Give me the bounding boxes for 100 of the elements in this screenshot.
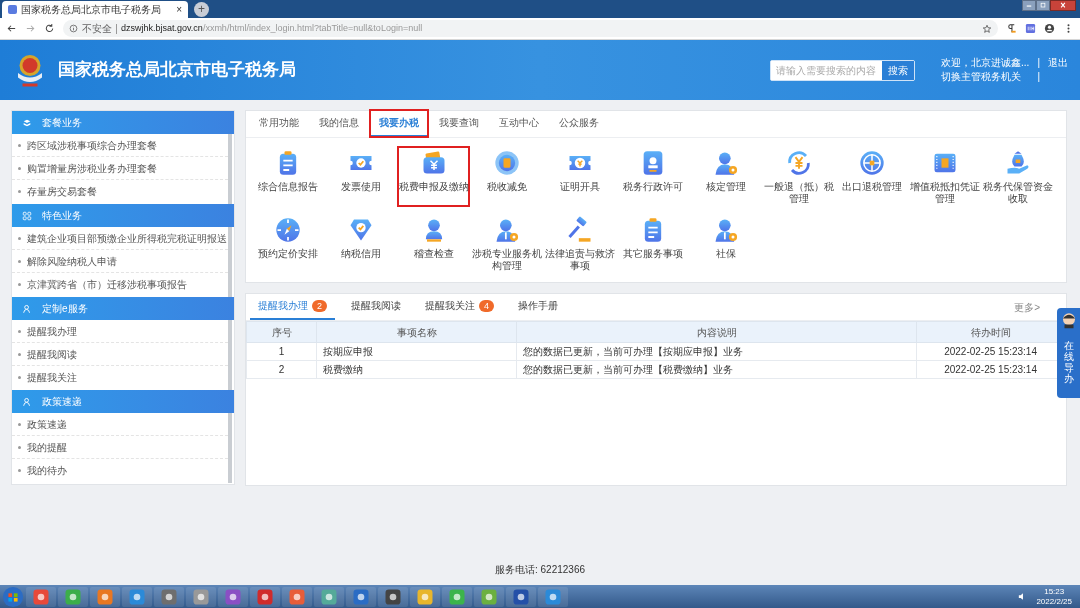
forward-icon[interactable] xyxy=(25,23,36,34)
function-item[interactable]: 涉税专业服务机构管理 xyxy=(470,213,543,274)
function-item[interactable]: 预约定价安排 xyxy=(251,213,324,274)
address-bar[interactable]: 不安全 dzswjhk.bjsat.gov.cn/xxmh/html/index_login.html?tabTitle=null&toLogin=null xyxy=(63,20,998,37)
function-tab[interactable]: 常用功能 xyxy=(250,110,308,137)
reminder-tab[interactable]: 操作手册 xyxy=(510,293,567,320)
security-label: 不安全 xyxy=(82,22,112,36)
function-item[interactable]: 社保 xyxy=(689,213,762,274)
sidebar-item[interactable]: 我的待办 xyxy=(12,459,228,482)
bullet-icon xyxy=(18,283,21,286)
extension-icon[interactable] xyxy=(1025,23,1036,34)
info-icon[interactable] xyxy=(69,24,78,33)
taskbar-app-icon[interactable] xyxy=(58,586,88,607)
sidebar-item[interactable]: 京津冀跨省（市）迁移涉税事项报告 xyxy=(12,273,228,296)
function-tab[interactable]: 我要办税 xyxy=(370,110,428,137)
function-item[interactable]: 综合信息报告 xyxy=(251,146,324,207)
sidebar-item[interactable]: 建筑企业项目部预缴企业所得税完税证明报送 xyxy=(12,227,228,250)
sidebar-item[interactable]: 政策速递 xyxy=(12,413,228,436)
taskbar-app-icon[interactable] xyxy=(154,586,184,607)
function-item[interactable]: 一般退（抵）税管理 xyxy=(762,146,835,207)
extension-icon[interactable] xyxy=(1006,23,1017,34)
bullet-icon xyxy=(18,469,21,472)
coin-icon xyxy=(492,149,521,177)
bullet-icon xyxy=(18,259,21,263)
reminder-tab[interactable]: 提醒我关注 4 xyxy=(417,293,503,320)
search-field[interactable]: 请输入需要搜索的内容 搜索 xyxy=(770,59,916,81)
function-item[interactable]: 税务代保管资金收取 xyxy=(981,146,1054,207)
layers-icon xyxy=(22,117,32,128)
taskbar-app-icon[interactable] xyxy=(378,586,408,607)
bookmark-star-icon[interactable] xyxy=(982,23,992,34)
function-tab[interactable]: 我要查询 xyxy=(430,110,488,137)
reminder-tab[interactable]: 提醒我办理 2 xyxy=(250,293,335,320)
table-cell: 1 xyxy=(246,342,317,361)
table-cell: 按期应申报 xyxy=(316,342,517,361)
section-title: 套餐业务 xyxy=(42,116,82,130)
taskbar-app-icon[interactable] xyxy=(250,586,280,607)
close-tab-button[interactable]: × xyxy=(176,4,182,15)
taskbar-app-icon[interactable] xyxy=(346,586,376,607)
bullet-icon xyxy=(18,422,21,426)
function-item[interactable]: 增值税抵扣凭证管理 xyxy=(908,146,981,207)
taskbar-app-icon[interactable] xyxy=(26,586,56,607)
function-tab[interactable]: 我的信息 xyxy=(310,110,368,137)
taskbar-app-icon[interactable] xyxy=(442,586,472,607)
separator-text: | xyxy=(1037,70,1040,84)
sidebar-item[interactable]: 提醒我关注 xyxy=(12,366,228,389)
function-item[interactable]: 纳税信用 xyxy=(324,213,397,274)
online-guide-label: 在线导办 xyxy=(1063,340,1074,384)
reload-icon[interactable] xyxy=(44,23,55,34)
function-item[interactable]: 税收减免 xyxy=(470,146,543,207)
sidebar-item[interactable]: 解除风险纳税人申请 xyxy=(12,250,228,273)
url-text: dzswjhk.bjsat.gov.cn/xxmh/html/index_login.html?tabTitle=null&toLogin=null xyxy=(121,21,423,35)
sidebar-item[interactable]: 提醒我办理 xyxy=(12,320,228,343)
back-icon[interactable] xyxy=(6,23,17,34)
function-item[interactable]: 发票使用 xyxy=(324,146,397,207)
browser-tab[interactable]: 国家税务总局北京市电子税务局 × xyxy=(2,1,188,18)
reminder-tab[interactable]: 提醒我阅读 xyxy=(343,293,409,320)
function-item[interactable]: 核定管理 xyxy=(689,146,762,207)
taskbar-app-icon[interactable] xyxy=(474,586,504,607)
start-button-icon[interactable] xyxy=(2,585,24,608)
sidebar-item[interactable]: 购置增量房涉税业务办理套餐 xyxy=(12,157,228,180)
table-cell: 您的数据已更新，当前可办理【按期应申报】业务 xyxy=(516,342,917,361)
profile-icon[interactable] xyxy=(1044,23,1055,34)
sidebar-item[interactable]: 跨区域涉税事项综合办理套餐 xyxy=(12,134,228,157)
function-item[interactable]: 法律追责与救济事项 xyxy=(543,213,616,274)
bullet-icon xyxy=(18,352,21,356)
search-button[interactable]: 搜索 xyxy=(882,60,915,80)
restore-icon[interactable] xyxy=(1036,0,1050,11)
bullet-icon xyxy=(18,143,21,147)
more-link[interactable]: 更多> xyxy=(1014,299,1040,315)
taskbar-app-icon[interactable] xyxy=(314,586,344,607)
switch-office-link[interactable]: 切换主管税务机关 xyxy=(941,70,1030,84)
sidebar-item[interactable]: 提醒我阅读 xyxy=(12,343,228,366)
taskbar-app-icon[interactable] xyxy=(186,586,216,607)
taskbar-app-icon[interactable] xyxy=(538,586,568,607)
function-item[interactable]: 稽查检查 xyxy=(397,213,470,274)
logout-link[interactable]: 退出 xyxy=(1048,56,1068,70)
function-item[interactable]: 证明开具 xyxy=(543,146,616,207)
taskbar-app-icon[interactable] xyxy=(282,586,312,607)
taskbar-app-icon[interactable] xyxy=(410,586,440,607)
bullet-icon xyxy=(18,166,21,170)
close-icon[interactable] xyxy=(1050,0,1076,11)
compass-icon xyxy=(273,216,302,244)
new-tab-button[interactable]: + xyxy=(194,2,209,17)
function-tab[interactable]: 公众服务 xyxy=(550,110,608,137)
sidebar-item[interactable]: 我的提醒 xyxy=(12,436,228,459)
taskbar-app-icon[interactable] xyxy=(218,586,248,607)
function-tab[interactable]: 互动中心 xyxy=(490,110,548,137)
taskbar-app-icon[interactable] xyxy=(90,586,120,607)
taskbar-app-icon[interactable] xyxy=(122,586,152,607)
online-guide-button[interactable]: 在线导办 xyxy=(1057,308,1080,398)
function-item[interactable]: 其它服务事项 xyxy=(616,213,689,274)
taskbar-app-icon[interactable] xyxy=(506,586,536,607)
user-icon xyxy=(22,396,32,407)
function-item[interactable]: 税务行政许可 xyxy=(616,146,689,207)
clock-date: 2022/2/25 xyxy=(1036,596,1072,607)
minimize-icon[interactable] xyxy=(1022,0,1036,11)
count-badge: 2 xyxy=(312,299,327,312)
function-item[interactable]: 出口退税管理 xyxy=(835,146,908,207)
sidebar-item[interactable]: 存量房交易套餐 xyxy=(12,180,228,203)
user-icon xyxy=(22,303,32,314)
